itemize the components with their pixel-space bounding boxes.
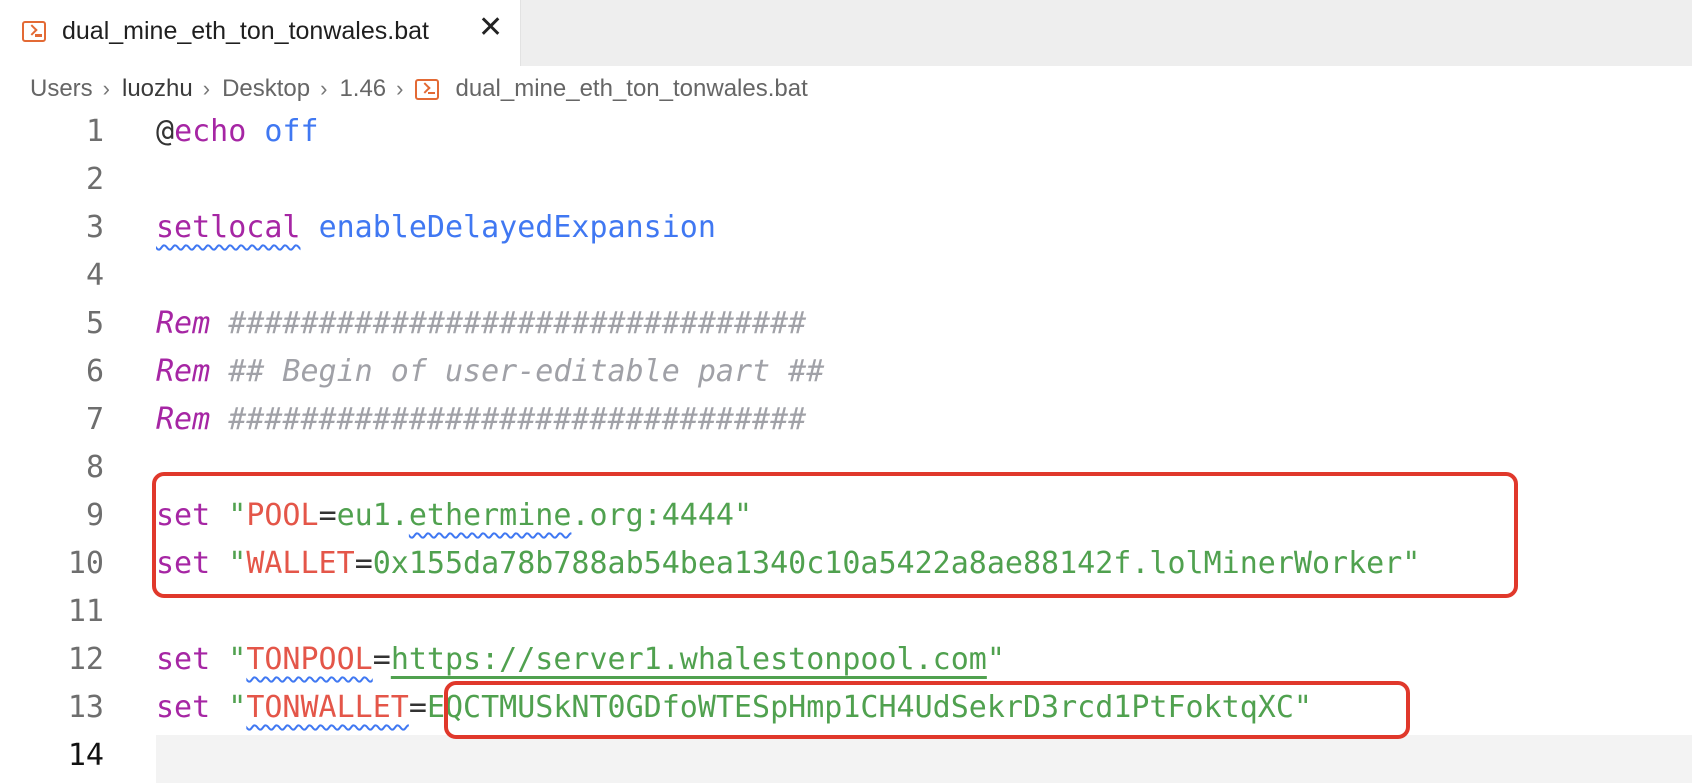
token: " <box>210 642 247 677</box>
highlight-box-tonwallet <box>444 681 1410 739</box>
token: @ <box>156 114 175 149</box>
chevron-right-icon: › <box>320 76 328 101</box>
token: setlocal <box>156 210 301 245</box>
token: enableDelayedExpansion <box>318 210 716 245</box>
token: " <box>986 642 1005 677</box>
editor-tab-bar: dual_mine_eth_ton_tonwales.bat ✕ <box>0 0 1692 66</box>
breadcrumb-desktop[interactable]: Desktop <box>222 75 310 103</box>
line-number: 9 <box>85 498 104 533</box>
line-content[interactable]: set "TONPOOL=https://server1.whalestonpo… <box>156 636 1005 684</box>
line-number: 8 <box>85 450 104 485</box>
token: Rem <box>156 354 211 389</box>
chevron-right-icon: › <box>396 76 404 101</box>
line-number: 12 <box>67 642 104 677</box>
line-content[interactable]: @echo off <box>156 108 319 156</box>
token: TONPOOL <box>246 642 373 677</box>
token: ################################ <box>228 306 807 341</box>
token: ## Begin of user-editable part ## <box>228 354 825 389</box>
code-line[interactable]: 2 <box>0 156 1692 204</box>
line-number: 4 <box>85 258 104 293</box>
code-line[interactable]: 5 Rem ################################ <box>0 300 1692 348</box>
line-number: 5 <box>85 306 104 341</box>
highlight-box-pool-wallet <box>152 472 1518 598</box>
code-line[interactable]: 3 setlocal enableDelayedExpansion <box>0 204 1692 252</box>
code-line[interactable]: 7 Rem ################################ <box>0 396 1692 444</box>
code-line[interactable]: 4 <box>0 252 1692 300</box>
code-line-active[interactable]: 14 <box>0 732 1692 780</box>
line-number: 10 <box>67 546 104 581</box>
code-line[interactable]: 12 set "TONPOOL=https://server1.whalesto… <box>0 636 1692 684</box>
token: Rem <box>156 402 211 437</box>
code-editor[interactable]: 1 @echo off 2 3 setlocal enableDelayedEx… <box>0 100 1692 783</box>
line-number: 7 <box>85 402 104 437</box>
line-content[interactable]: Rem ################################ <box>156 396 806 444</box>
line-number: 11 <box>67 594 104 629</box>
close-icon[interactable]: ✕ <box>478 13 503 43</box>
line-number: 1 <box>85 114 104 149</box>
breadcrumb-folder-1-46[interactable]: 1.46 <box>339 75 386 103</box>
line-number: 2 <box>85 162 104 197</box>
token: ################################ <box>228 402 807 437</box>
token: set <box>156 642 211 677</box>
breadcrumb-luozhu[interactable]: luozhu <box>122 75 193 103</box>
token: echo <box>174 114 247 149</box>
code-line[interactable]: 6 Rem ## Begin of user-editable part ## <box>0 348 1692 396</box>
token: = <box>408 690 427 725</box>
tab-filename: dual_mine_eth_ton_tonwales.bat <box>62 17 429 45</box>
token: off <box>264 114 319 149</box>
token: TONWALLET <box>246 690 409 725</box>
terminal-file-icon <box>22 21 46 42</box>
token: set <box>156 690 211 725</box>
line-number: 13 <box>67 690 104 725</box>
token: = <box>372 642 391 677</box>
token: Rem <box>156 306 211 341</box>
token: https://server1.whalestonpool.com <box>390 642 987 677</box>
breadcrumb-users[interactable]: Users <box>30 75 93 103</box>
terminal-file-icon <box>415 78 440 100</box>
chevron-right-icon: › <box>102 76 110 101</box>
code-line[interactable]: 1 @echo off <box>0 108 1692 156</box>
line-content[interactable]: Rem ## Begin of user-editable part ## <box>156 348 824 396</box>
chevron-right-icon: › <box>202 76 211 101</box>
line-number: 3 <box>85 210 104 245</box>
breadcrumb-file[interactable]: dual_mine_eth_ton_tonwales.bat <box>455 75 807 103</box>
line-content[interactable]: setlocal enableDelayedExpansion <box>156 204 716 252</box>
file-tab[interactable]: dual_mine_eth_ton_tonwales.bat ✕ <box>0 0 521 66</box>
line-number: 6 <box>85 354 104 389</box>
line-number: 14 <box>67 738 104 773</box>
line-content[interactable]: Rem ################################ <box>156 300 806 348</box>
token: " <box>210 690 247 725</box>
